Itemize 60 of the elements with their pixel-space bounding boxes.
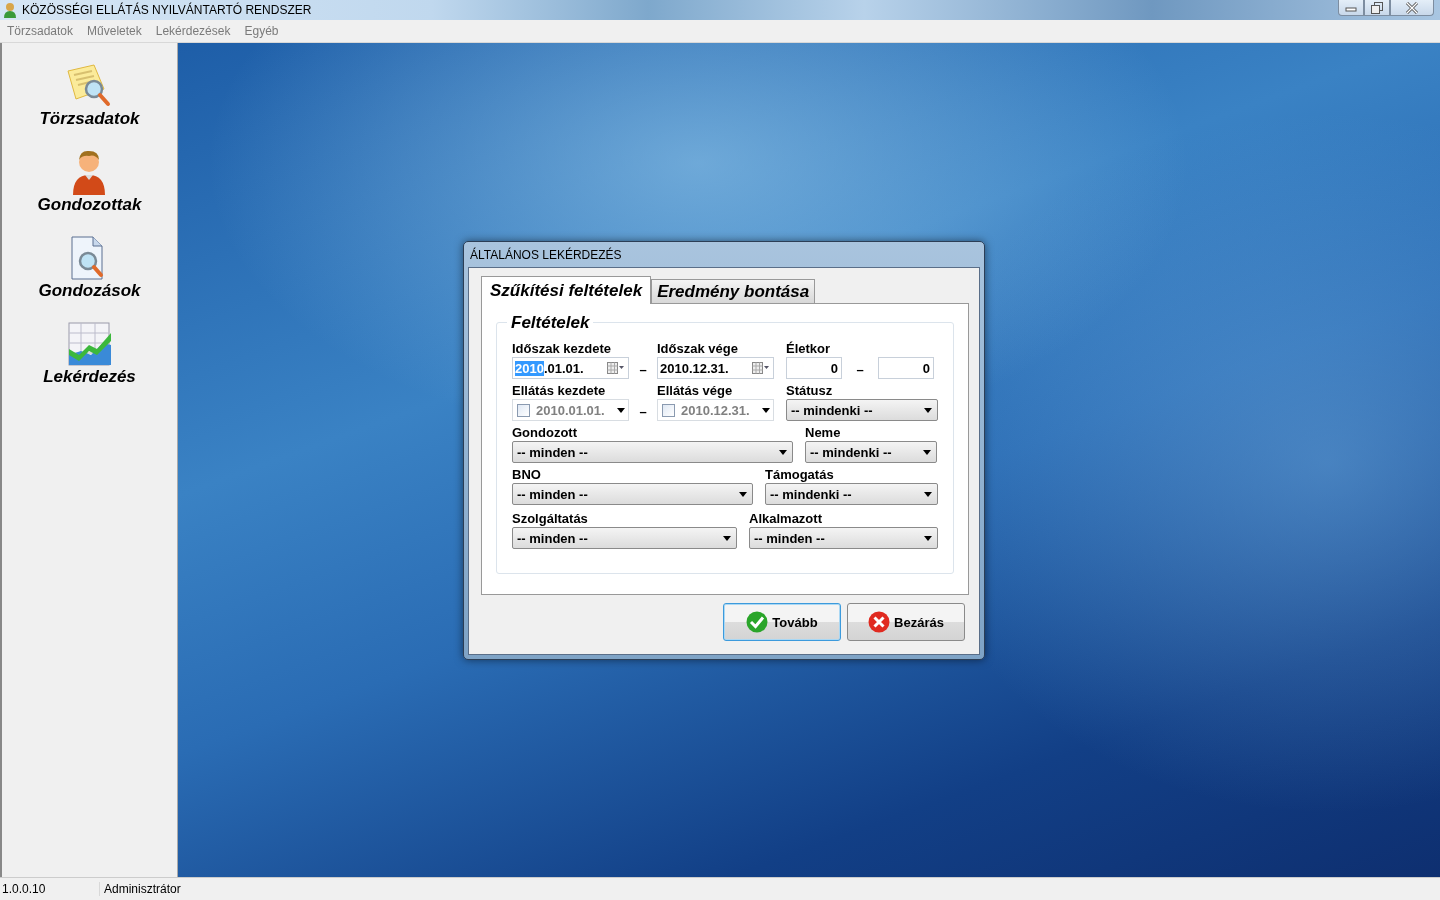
menu-item[interactable]: Egyéb <box>244 24 279 38</box>
menu-item[interactable]: Műveletek <box>87 24 142 38</box>
dropdown[interactable]: -- mindenki -- <box>765 483 938 505</box>
menu-item[interactable]: Törzsadatok <box>7 24 74 38</box>
field-label: Alkalmazott <box>749 511 823 527</box>
menu-item[interactable]: Lekérdezések <box>155 24 231 38</box>
caret-icon <box>923 449 931 455</box>
close-icon <box>868 611 891 633</box>
checkmark-icon <box>746 611 769 633</box>
field-label: Gondozott <box>512 425 578 441</box>
caret-icon <box>924 407 932 413</box>
dropdown[interactable]: -- minden -- <box>512 527 737 549</box>
field-label: Ellátás kezdete <box>512 383 607 399</box>
status-text: 1.0.0.10 <box>0 882 100 896</box>
dialog-button[interactable]: Bezárás <box>847 603 965 641</box>
range-dash: – <box>856 362 864 379</box>
minimize-button[interactable] <box>1338 0 1364 16</box>
field-label: Támogatás <box>765 467 835 483</box>
field-label: Ellátás vége <box>657 383 734 399</box>
caret-icon <box>779 449 787 455</box>
tab[interactable]: Szűkítési feltételek <box>481 276 652 304</box>
field-label: Szolgáltatás <box>512 511 589 527</box>
sidebar-label[interactable]: Gondozottak <box>37 195 142 215</box>
caret-icon <box>924 491 932 497</box>
tab[interactable]: Eredmény bontása <box>651 279 816 303</box>
field-label: Életkor <box>786 341 832 357</box>
close-button[interactable] <box>1390 0 1434 16</box>
caret-icon <box>723 535 731 541</box>
sidebar-label[interactable]: Törzsadatok <box>39 109 140 129</box>
dialog-title: ÁLTALÁNOS LEKÉRDEZÉS <box>469 246 623 264</box>
range-dash: – <box>639 362 647 379</box>
caret-icon <box>739 491 747 497</box>
dropdown[interactable]: -- minden -- <box>512 441 793 463</box>
range-dash: – <box>639 404 647 421</box>
field-label: Státusz <box>786 383 834 399</box>
person-icon[interactable] <box>71 149 108 195</box>
restore-button[interactable] <box>1364 0 1390 16</box>
close-icon <box>1405 1 1419 14</box>
field-label: BNO <box>512 467 542 483</box>
window-title: KÖZÖSSÉGI ELLÁTÁS NYILVÁNTARTÓ RENDSZER <box>22 3 312 17</box>
number-field[interactable]: 0 <box>878 357 934 379</box>
sidebar-label[interactable]: Lekérdezés <box>43 367 136 387</box>
person-icon <box>3 2 17 18</box>
sidebar-label[interactable]: Gondozások <box>38 281 141 301</box>
field-label: Időszak kezdete <box>512 341 612 357</box>
chart-icon[interactable] <box>66 321 113 367</box>
dialog-button[interactable]: Tovább <box>723 603 841 641</box>
status-text: Adminisztrátor <box>103 882 181 896</box>
date-field[interactable]: 2010.12.31. <box>657 357 774 379</box>
calendar-icon[interactable] <box>752 362 770 374</box>
restore-icon <box>1371 1 1383 14</box>
dropdown[interactable]: -- minden -- <box>512 483 753 505</box>
dropdown[interactable]: -- minden -- <box>749 527 938 549</box>
number-field[interactable]: 0 <box>786 357 842 379</box>
dropdown[interactable]: -- mindenki -- <box>805 441 937 463</box>
calendar-icon[interactable] <box>607 362 625 374</box>
caret-icon <box>924 535 932 541</box>
field-label: Neme <box>805 425 842 441</box>
dropdown[interactable]: -- mindenki -- <box>786 399 938 421</box>
field-label: Időszak vége <box>657 341 739 357</box>
